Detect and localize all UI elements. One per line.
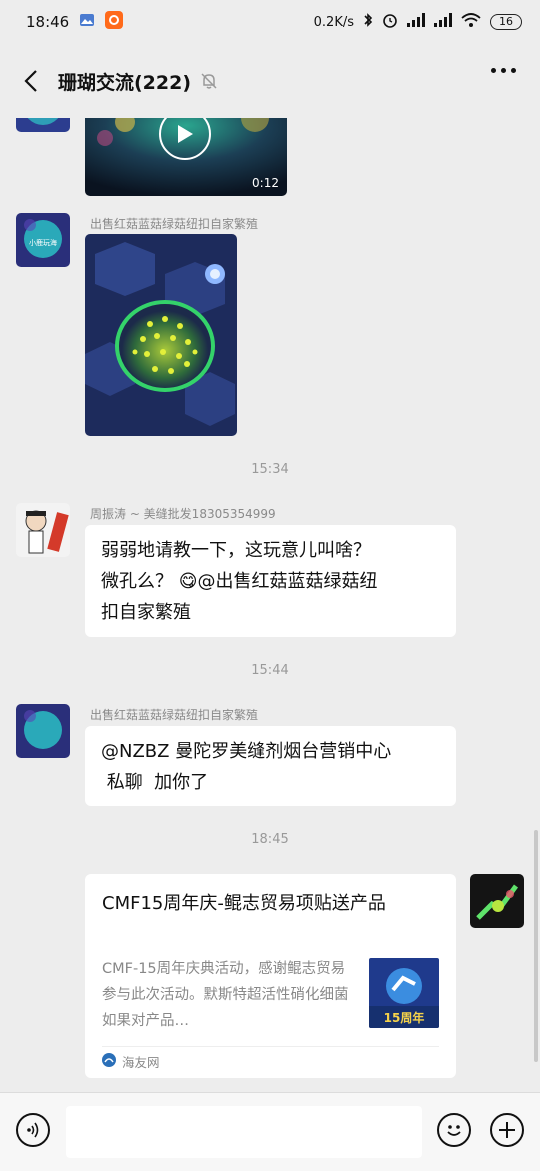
mention-text: @出售红菇蓝菇绿菇纽 <box>197 571 378 592</box>
text-message[interactable]: @NZBZ 曼陀罗美缝剂烟台营销中心 私聊 加你了 <box>85 726 456 806</box>
muted-bell-icon <box>199 71 219 91</box>
timestamp: 15:34 <box>251 462 289 477</box>
message-text: 私聊 加你了 <box>101 772 209 793</box>
smiley-icon <box>447 1125 461 1136</box>
chat-title: 珊瑚交流(222) <box>58 71 192 94</box>
avatar-label: 小鹿玩海 <box>29 238 57 247</box>
input-bar <box>0 1092 540 1171</box>
link-card[interactable]: CMF15周年庆-鲲志贸易项贴送产品 CMF-15周年庆典活动，感谢鲲志贸易参与… <box>85 874 456 1078</box>
message-text: @NZBZ 曼陀罗美缝剂烟台营销中心 <box>101 741 392 762</box>
video-duration: 0:12 <box>252 176 279 190</box>
sender-name: 出售红菇蓝菇绿菇纽扣自家繁殖 <box>90 708 259 722</box>
message-list[interactable]: 0:12 小鹿玩海 出售红菇蓝菇绿菇纽扣自家繁殖 15:34 周振涛 ~ 美缝批… <box>0 118 540 1092</box>
message-input[interactable] <box>66 1106 422 1158</box>
app-notification-icon <box>105 11 124 33</box>
message-text: 扣自家繁殖 <box>101 602 191 623</box>
status-bar: 18:46 0.2K/s 16 <box>0 0 540 44</box>
chevron-left-icon <box>24 70 37 92</box>
message-text: 弱弱地请教一下，这玩意儿叫啥？ <box>101 540 371 561</box>
scrollbar[interactable] <box>534 830 538 1062</box>
timestamp: 15:44 <box>251 663 289 678</box>
add-button[interactable] <box>490 1113 524 1147</box>
avatar[interactable]: 小鹿玩海 <box>16 213 70 267</box>
battery-indicator: 16 <box>490 14 522 30</box>
message-text: 微孔么？ <box>101 571 173 592</box>
plus-icon <box>499 1122 515 1138</box>
source-name: 海友网 <box>122 1055 160 1070</box>
sender-name: 周振涛 ~ 美缝批发18305354999 <box>90 507 276 521</box>
avatar[interactable] <box>16 503 70 557</box>
thumb-text: 15周年 <box>384 1010 425 1025</box>
my-avatar[interactable] <box>470 874 524 928</box>
signal-hd-icon <box>434 13 452 31</box>
status-indicators: 0.2K/s 16 <box>314 12 522 32</box>
voice-button[interactable] <box>16 1113 50 1147</box>
video-message[interactable]: 0:12 <box>85 118 287 196</box>
image-message[interactable] <box>85 234 237 436</box>
source-logo-icon <box>102 1053 116 1070</box>
net-speed: 0.2K/s <box>313 14 354 30</box>
link-card-source: 海友网 <box>102 1052 160 1071</box>
alarm-icon <box>382 12 398 32</box>
status-time: 18:46 <box>26 13 70 31</box>
gallery-icon <box>79 13 95 31</box>
text-message[interactable]: 弱弱地请教一下，这玩意儿叫啥？ 微孔么？ 😋@出售红菇蓝菇绿菇纽 扣自家繁殖 <box>85 525 456 637</box>
emoji-button[interactable] <box>437 1113 471 1147</box>
wifi-icon <box>461 13 481 31</box>
link-card-title: CMF15周年庆-鲲志贸易项贴送产品 <box>102 893 386 914</box>
avatar[interactable] <box>16 118 70 132</box>
savoring-face-emoji: 😋 <box>178 571 198 592</box>
bluetooth-icon <box>363 12 373 32</box>
chat-header: 珊瑚交流(222) <box>0 44 540 118</box>
signal-icon <box>407 13 425 31</box>
avatar[interactable] <box>16 704 70 758</box>
more-options-button[interactable] <box>491 68 516 73</box>
divider <box>102 1046 439 1047</box>
back-button[interactable] <box>18 68 44 94</box>
sender-name: 出售红菇蓝菇绿菇纽扣自家繁殖 <box>90 217 259 231</box>
voice-icon <box>27 1122 39 1138</box>
timestamp: 18:45 <box>251 832 289 847</box>
link-card-thumbnail: 15周年 <box>369 958 439 1028</box>
link-card-description: CMF-15周年庆典活动，感谢鲲志贸易参与此次活动。默斯特超活性硝化细菌如果对产… <box>102 961 349 1029</box>
